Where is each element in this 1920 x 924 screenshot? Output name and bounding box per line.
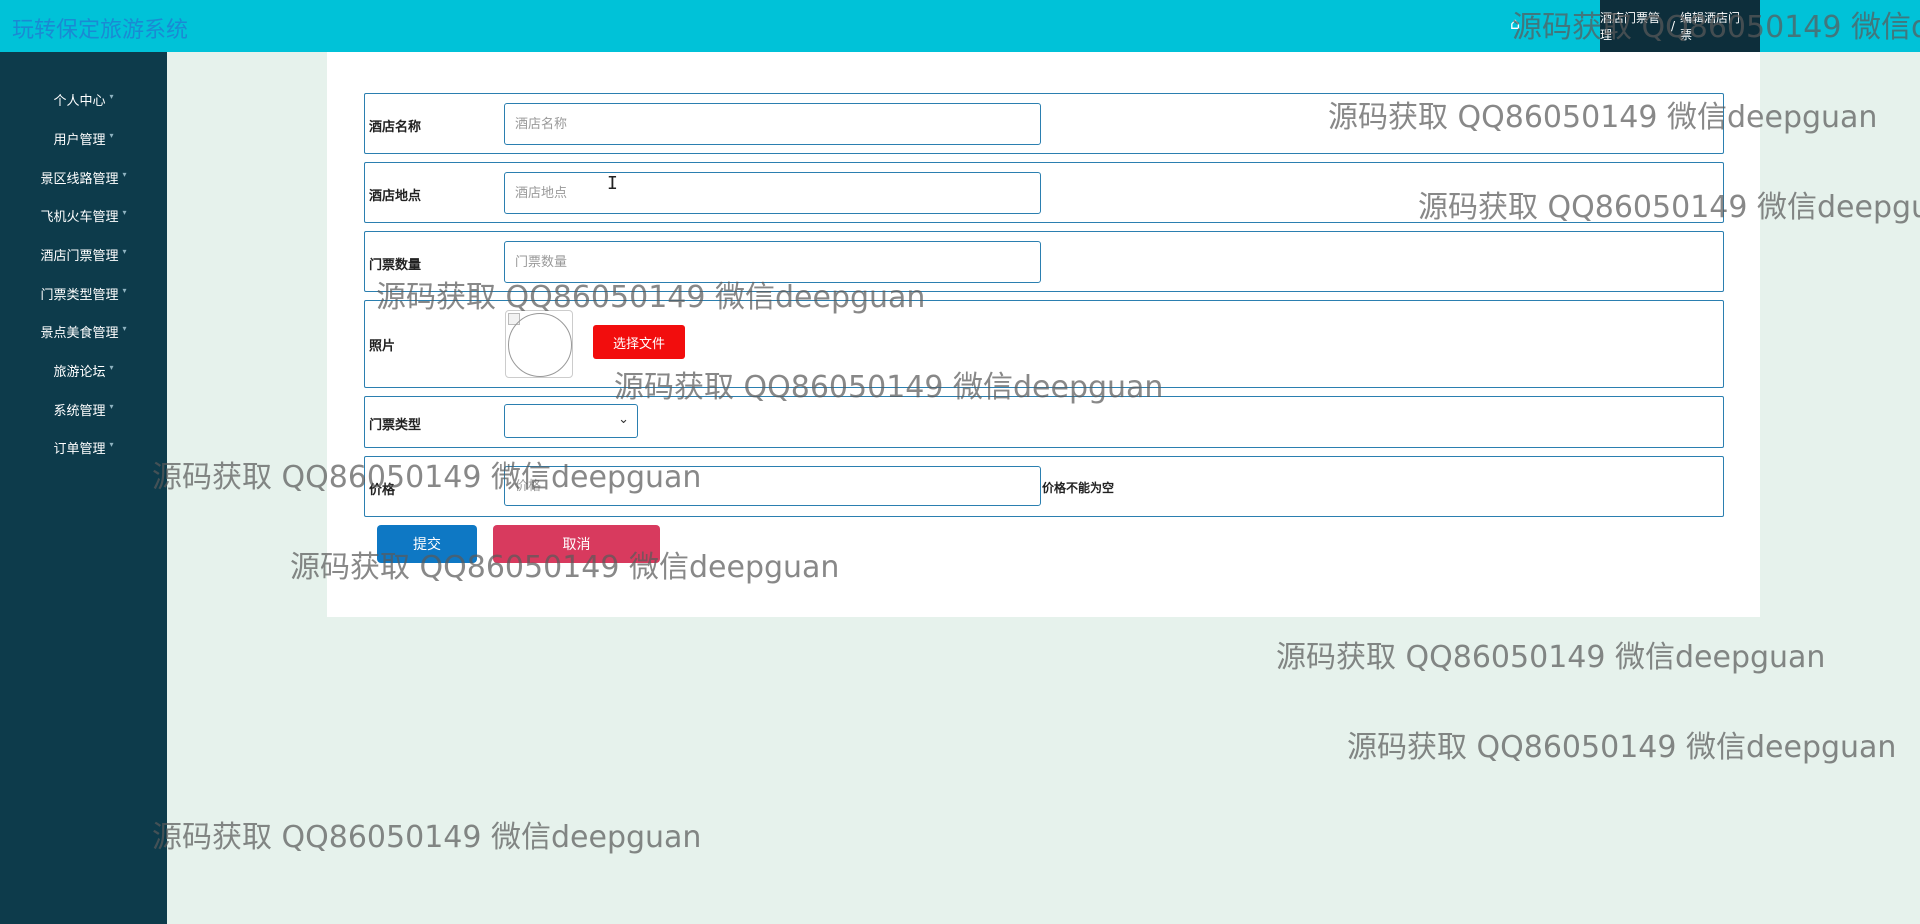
caret-icon: ▾ xyxy=(122,323,127,333)
top-header: 玩转保定旅游系统 ⌂ 酒店门票管理 / 编辑酒店门票 xyxy=(0,0,1920,52)
sidebar-item-label: 订单管理 xyxy=(53,441,106,457)
caret-icon: ▾ xyxy=(109,439,114,449)
app-title: 玩转保定旅游系统 xyxy=(12,18,189,43)
caret-icon: ▾ xyxy=(109,362,114,372)
sidebar: 个人中心 ▾ 用户管理 ▾ 景区线路管理 ▾ 飞机火车管理 ▾ 酒店门票管理 ▾ 门票类型… xyxy=(0,52,167,924)
ticket-type-label: 门票类型 xyxy=(369,418,422,433)
form-row-ticket-type: 门票类型 ⌄ xyxy=(364,396,1724,448)
ticket-count-input[interactable] xyxy=(504,241,1041,283)
form-row-ticket-count: 门票数量 xyxy=(364,231,1724,292)
breadcrumb-item-edit: 编辑酒店门票 xyxy=(1680,11,1741,42)
sidebar-item-hotel-tickets[interactable]: 酒店门票管理 ▾ xyxy=(0,242,167,266)
choose-file-button[interactable]: 选择文件 xyxy=(593,325,685,359)
watermark: 源码获取 QQ86050149 微信deepguan xyxy=(1276,640,1826,675)
cancel-button[interactable]: 取消 xyxy=(493,525,660,563)
caret-icon: ▾ xyxy=(122,207,127,217)
hotel-location-label: 酒店地点 xyxy=(369,189,422,204)
sidebar-item-label: 系统管理 xyxy=(53,403,106,419)
sidebar-item-label: 旅游论坛 xyxy=(53,364,106,380)
sidebar-item-label: 酒店门票管理 xyxy=(40,248,119,264)
watermark: 源码获取 QQ86050149 微信deepguan xyxy=(1347,730,1897,765)
sidebar-item-label: 个人中心 xyxy=(53,93,106,109)
hotel-name-label: 酒店名称 xyxy=(369,120,422,135)
home-icon[interactable]: ⌂ xyxy=(1510,14,1520,33)
caret-icon: ▾ xyxy=(109,130,114,140)
caret-icon: ▾ xyxy=(122,285,127,295)
breadcrumb-item-ticket-management[interactable]: 酒店门票管理 xyxy=(1600,9,1666,43)
photo-preview-image[interactable] xyxy=(505,310,573,378)
form-row-price: 价格 价格不能为空 xyxy=(364,456,1724,517)
sidebar-item-food[interactable]: 景点美食管理 ▾ xyxy=(0,319,167,343)
sidebar-item-label: 景区线路管理 xyxy=(40,171,119,187)
price-error-message: 价格不能为空 xyxy=(1042,481,1115,495)
breadcrumb: 酒店门票管理 / 编辑酒店门票 xyxy=(1600,0,1760,52)
sidebar-item-system[interactable]: 系统管理 ▾ xyxy=(0,397,167,421)
sidebar-item-ticket-types[interactable]: 门票类型管理 ▾ xyxy=(0,281,167,305)
caret-icon: ▾ xyxy=(109,401,114,411)
sidebar-item-label: 景点美食管理 xyxy=(40,325,119,341)
caret-icon: ▾ xyxy=(109,91,114,101)
watermark: 源码获取 QQ86050149 微信deepguan xyxy=(152,820,702,855)
ticket-count-label: 门票数量 xyxy=(369,258,422,273)
submit-button[interactable]: 提交 xyxy=(377,525,477,563)
breadcrumb-separator: / xyxy=(1670,19,1676,33)
text-cursor-icon: I xyxy=(607,173,618,194)
ticket-type-select[interactable]: ⌄ xyxy=(504,404,638,438)
sidebar-item-orders[interactable]: 订单管理 ▾ xyxy=(0,435,167,459)
form-row-hotel-name: 酒店名称 xyxy=(364,93,1724,154)
sidebar-item-flights-trains[interactable]: 飞机火车管理 ▾ xyxy=(0,203,167,227)
form-row-hotel-location: 酒店地点 xyxy=(364,162,1724,223)
form-row-photo: 照片 选择文件 xyxy=(364,300,1724,388)
sidebar-item-scenic-routes[interactable]: 景区线路管理 ▾ xyxy=(0,165,167,189)
photo-label: 照片 xyxy=(369,339,396,354)
price-input[interactable] xyxy=(504,466,1041,506)
sidebar-item-forum[interactable]: 旅游论坛 ▾ xyxy=(0,358,167,382)
sidebar-item-personal-center[interactable]: 个人中心 ▾ xyxy=(0,87,167,111)
caret-icon: ▾ xyxy=(122,246,127,256)
hotel-name-input[interactable] xyxy=(504,103,1041,145)
price-label: 价格 xyxy=(369,483,396,498)
chevron-down-icon: ⌄ xyxy=(618,412,629,427)
avatar-circle xyxy=(508,313,572,377)
sidebar-item-label: 门票类型管理 xyxy=(40,287,119,303)
caret-icon: ▾ xyxy=(122,169,127,179)
hotel-location-input[interactable] xyxy=(504,172,1041,214)
sidebar-item-user-management[interactable]: 用户管理 ▾ xyxy=(0,126,167,150)
sidebar-item-label: 飞机火车管理 xyxy=(40,209,119,225)
sidebar-item-label: 用户管理 xyxy=(53,132,106,148)
